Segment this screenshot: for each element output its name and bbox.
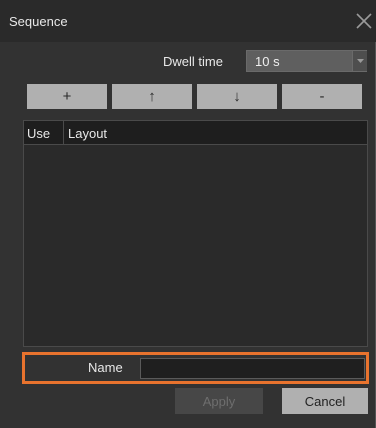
dwell-time-select[interactable]: 10 s bbox=[246, 50, 367, 72]
dwell-time-label: Dwell time bbox=[163, 54, 223, 69]
close-icon[interactable] bbox=[355, 12, 373, 30]
move-up-button[interactable]: ↑ bbox=[112, 84, 192, 109]
name-input[interactable] bbox=[140, 358, 365, 379]
sequence-list[interactable]: Use Layout bbox=[23, 120, 368, 347]
column-divider[interactable] bbox=[63, 121, 64, 144]
cancel-button[interactable]: Cancel bbox=[282, 388, 368, 414]
column-header-use[interactable]: Use bbox=[27, 126, 50, 141]
name-field-highlight: Name bbox=[22, 352, 369, 384]
dwell-time-value: 10 s bbox=[255, 54, 280, 69]
column-header-layout[interactable]: Layout bbox=[68, 126, 107, 141]
title-bar: Sequence bbox=[0, 0, 376, 42]
sequence-dialog: Sequence Dwell time 10 s + ↑ ↓ - Use Lay… bbox=[0, 0, 376, 428]
dialog-title: Sequence bbox=[9, 14, 68, 29]
add-button[interactable]: + bbox=[27, 84, 107, 109]
chevron-down-icon[interactable] bbox=[352, 51, 367, 71]
apply-button: Apply bbox=[175, 388, 263, 414]
move-down-button[interactable]: ↓ bbox=[197, 84, 277, 109]
remove-button[interactable]: - bbox=[282, 84, 362, 109]
name-label: Name bbox=[88, 360, 123, 375]
list-header: Use Layout bbox=[24, 121, 367, 145]
